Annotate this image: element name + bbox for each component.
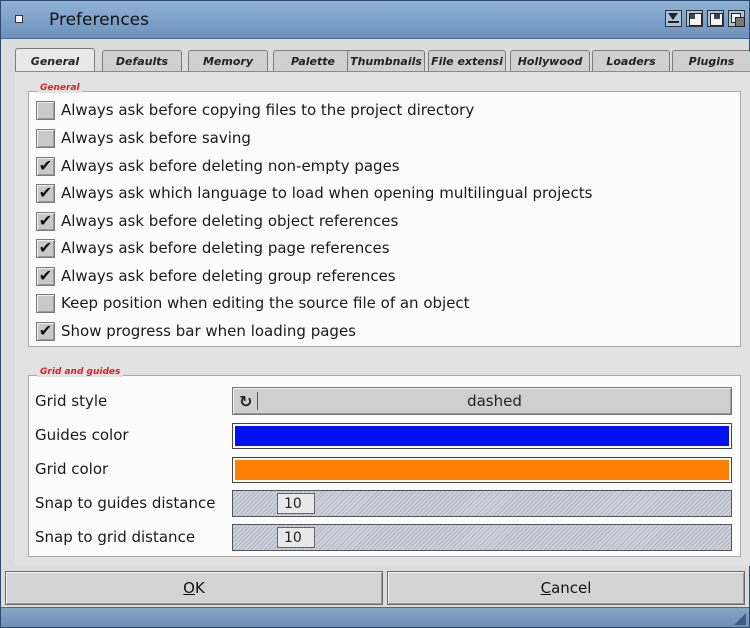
snap-grid-row: Snap to grid distance bbox=[35, 524, 195, 550]
grid-style-value: dashed bbox=[467, 392, 522, 410]
checkbox-page-refs[interactable]: ✔ bbox=[36, 238, 55, 258]
checkbox-group-refs[interactable]: ✔ bbox=[36, 266, 55, 286]
option-row[interactable]: Keep position when editing the source fi… bbox=[36, 291, 470, 315]
grid-color-row: Grid color bbox=[35, 456, 108, 482]
tab-thumbnails[interactable]: Thumbnails bbox=[347, 50, 425, 72]
cycle-icon: ↻ bbox=[239, 392, 253, 411]
general-group-label: General bbox=[37, 83, 83, 93]
option-label: Always ask before copying files to the p… bbox=[61, 101, 475, 119]
checkbox-delete-pages[interactable]: ✔ bbox=[36, 156, 55, 176]
iconify-icon[interactable] bbox=[707, 10, 724, 27]
grid-style-label: Grid style bbox=[35, 392, 108, 410]
option-row[interactable]: ✔ Always ask which language to load when… bbox=[36, 181, 592, 205]
tab-label: File extensi bbox=[431, 55, 503, 68]
option-row[interactable]: ✔ Always ask before deleting object refe… bbox=[36, 209, 398, 233]
window-gadgets bbox=[665, 10, 745, 27]
grid-style-row: Grid style bbox=[35, 388, 107, 414]
grid-color-label: Grid color bbox=[35, 460, 109, 478]
option-row[interactable]: ✔ Always ask before deleting page refere… bbox=[36, 236, 390, 260]
grid-color-swatch[interactable] bbox=[232, 457, 732, 483]
checkbox-object-refs[interactable]: ✔ bbox=[36, 211, 55, 231]
checkmark-icon: ✔ bbox=[38, 266, 53, 285]
close-icon[interactable] bbox=[11, 11, 27, 27]
depth-icon[interactable] bbox=[728, 10, 745, 27]
checkmark-icon: ✔ bbox=[38, 238, 53, 257]
option-label: Always ask before deleting page referenc… bbox=[61, 239, 390, 257]
guides-color-label: Guides color bbox=[35, 426, 129, 444]
tab-general[interactable]: General bbox=[15, 48, 95, 73]
tab-defaults[interactable]: Defaults bbox=[102, 50, 182, 72]
option-label: Always ask which language to load when o… bbox=[61, 184, 593, 202]
tab-label: Plugins bbox=[688, 55, 735, 68]
guides-color-fill bbox=[235, 426, 729, 446]
snap-guides-row: Snap to guides distance bbox=[35, 490, 215, 516]
tab-loaders[interactable]: Loaders bbox=[592, 50, 670, 72]
option-label: Always ask before deleting non-empty pag… bbox=[61, 157, 400, 175]
option-label: Always ask before saving bbox=[61, 129, 251, 147]
checkmark-icon: ✔ bbox=[38, 321, 53, 340]
option-label: Show progress bar when loading pages bbox=[61, 322, 356, 340]
slider-knob[interactable]: 10 bbox=[277, 493, 315, 514]
guides-color-row: Guides color bbox=[35, 422, 129, 448]
tab-label: General bbox=[30, 54, 80, 68]
window-title: Preferences bbox=[49, 10, 149, 30]
checkbox-ask-saving[interactable] bbox=[36, 128, 55, 148]
tab-label: Memory bbox=[202, 55, 254, 68]
checkmark-icon: ✔ bbox=[38, 183, 53, 202]
title-bar[interactable]: Preferences bbox=[1, 1, 749, 39]
grid-guides-group-label: Grid and guides bbox=[37, 367, 124, 377]
option-label: Keep position when editing the source fi… bbox=[61, 294, 470, 312]
window-bottom-bar bbox=[1, 607, 749, 627]
checkbox-keep-position[interactable] bbox=[36, 293, 55, 313]
tab-file-extensions[interactable]: File extensi bbox=[428, 50, 506, 72]
button-bar: OK Cancel bbox=[1, 571, 749, 605]
snap-guides-slider[interactable]: 10 bbox=[232, 490, 732, 517]
tab-label: Hollywood bbox=[517, 55, 583, 68]
slider-knob[interactable]: 10 bbox=[277, 527, 315, 548]
checkmark-icon: ✔ bbox=[38, 156, 53, 175]
option-label: Always ask before deleting group referen… bbox=[61, 267, 396, 285]
tab-palette[interactable]: Palette bbox=[273, 50, 353, 72]
grid-color-fill bbox=[235, 460, 729, 480]
ok-button[interactable]: OK bbox=[5, 571, 383, 605]
resize-handle-icon[interactable] bbox=[732, 611, 746, 625]
general-group: General Always ask before copying files … bbox=[28, 83, 741, 347]
tab-label: Thumbnails bbox=[350, 55, 422, 68]
grid-style-cycle[interactable]: ↻ dashed bbox=[232, 387, 732, 415]
option-row[interactable]: ✔ Always ask before deleting group refer… bbox=[36, 264, 396, 288]
cancel-button[interactable]: Cancel bbox=[387, 571, 745, 605]
cancel-label: Cancel bbox=[540, 579, 592, 597]
tab-label: Defaults bbox=[115, 55, 169, 68]
preferences-window: Preferences General Defaults Memory Pale… bbox=[0, 0, 750, 628]
tab-label: Palette bbox=[291, 55, 335, 68]
ok-label: OK bbox=[183, 579, 205, 597]
checkbox-copy-files[interactable] bbox=[36, 100, 55, 120]
tab-plugins[interactable]: Plugins bbox=[672, 50, 750, 72]
option-row[interactable]: Always ask before copying files to the p… bbox=[36, 98, 474, 122]
zoom-icon[interactable] bbox=[686, 10, 703, 27]
option-row[interactable]: Always ask before saving bbox=[36, 126, 251, 150]
option-label: Always ask before deleting object refere… bbox=[61, 212, 399, 230]
checkbox-progress-bar[interactable]: ✔ bbox=[36, 321, 55, 341]
grid-guides-group: Grid and guides Grid style ↻ dashed Guid… bbox=[28, 367, 741, 557]
snap-guides-label: Snap to guides distance bbox=[35, 494, 216, 512]
checkbox-language[interactable]: ✔ bbox=[36, 183, 55, 203]
snap-grid-label: Snap to grid distance bbox=[35, 528, 196, 546]
tab-memory[interactable]: Memory bbox=[188, 50, 268, 72]
checkmark-icon: ✔ bbox=[38, 211, 53, 230]
tab-label: Loaders bbox=[606, 55, 656, 68]
tab-bar: General Defaults Memory Palette Thumbnai… bbox=[15, 48, 750, 73]
tab-hollywood[interactable]: Hollywood bbox=[510, 50, 590, 72]
guides-color-swatch[interactable] bbox=[232, 423, 732, 449]
snap-grid-slider[interactable]: 10 bbox=[232, 524, 732, 551]
option-row[interactable]: ✔ Always ask before deleting non-empty p… bbox=[36, 154, 400, 178]
minimize-icon[interactable] bbox=[665, 10, 682, 27]
option-row[interactable]: ✔ Show progress bar when loading pages bbox=[36, 319, 356, 343]
